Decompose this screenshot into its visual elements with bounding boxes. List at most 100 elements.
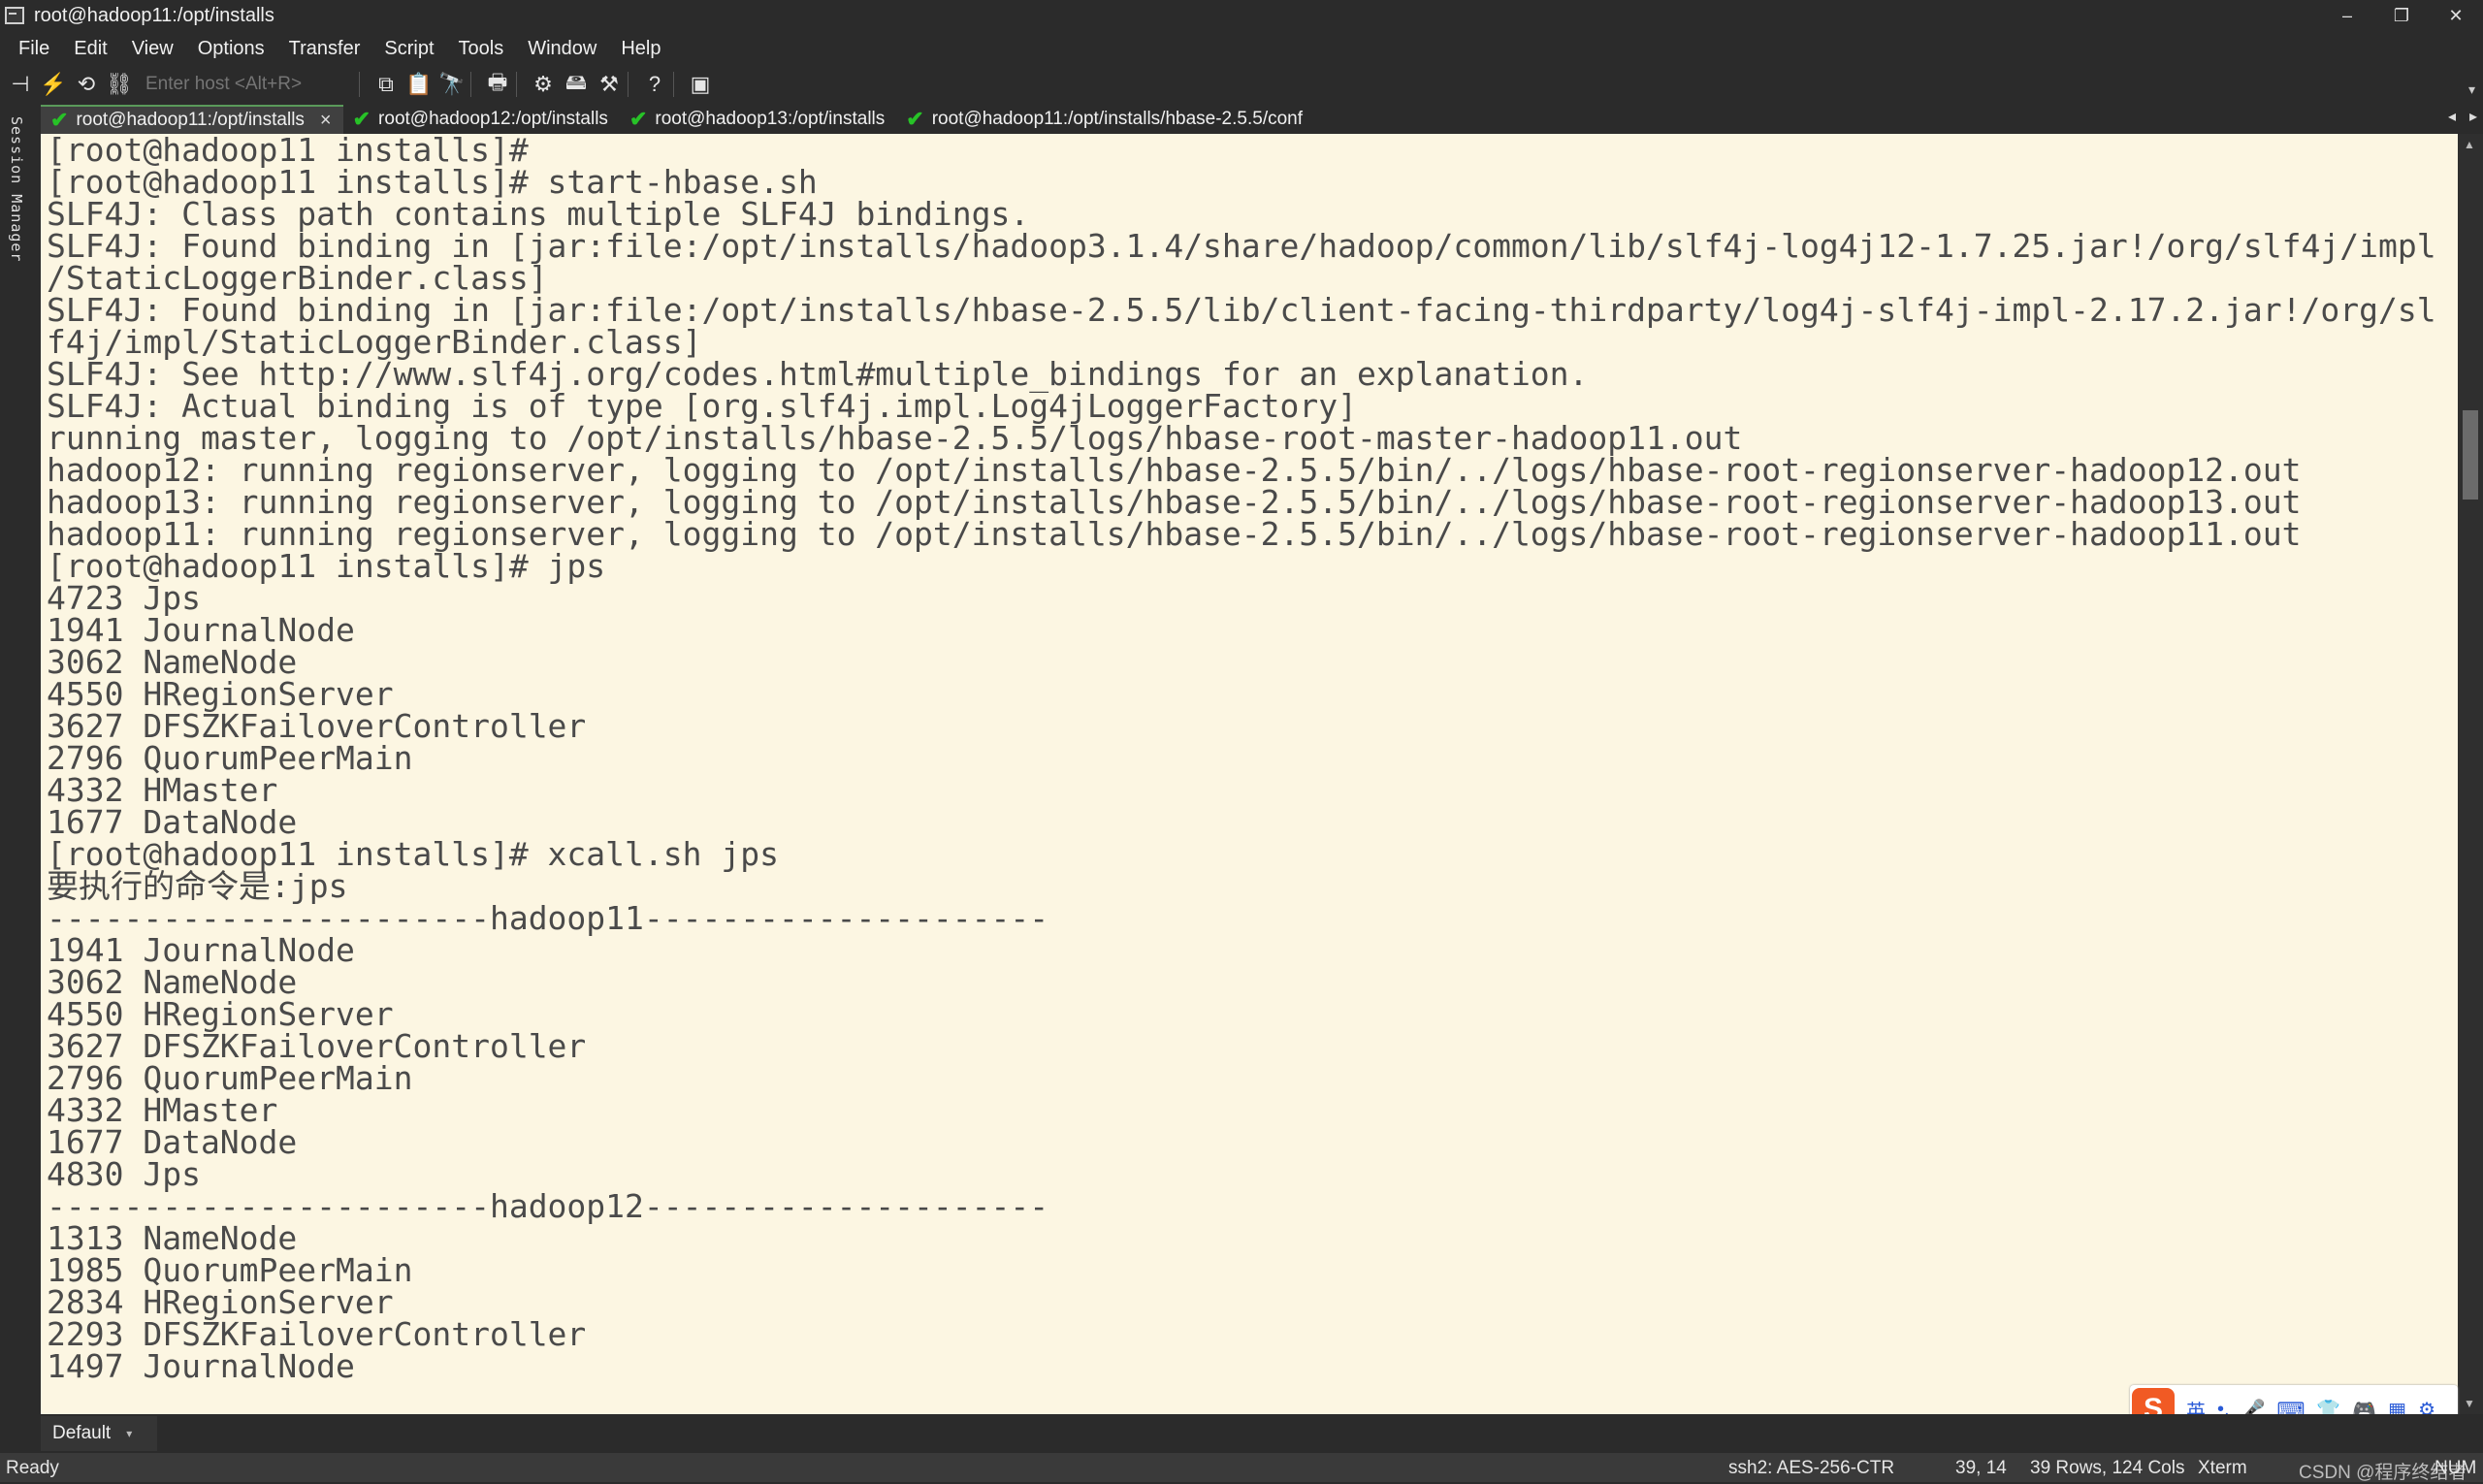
status-cursor-position: 39, 14 <box>1955 1458 2007 1478</box>
toolbar-divider <box>470 72 471 97</box>
terminal-line: 3627 DFSZKFailoverController <box>47 1027 587 1065</box>
paste-icon[interactable]: 📋 <box>405 72 432 97</box>
app-icon <box>5 7 24 24</box>
session-tab-bar: ✔ root@hadoop11:/opt/installs × ✔ root@h… <box>41 103 2483 134</box>
terminal-line: 1497 JournalNode <box>47 1347 355 1385</box>
tab-label: root@hadoop12:/opt/installs <box>378 109 608 129</box>
chevron-down-icon[interactable]: ▾ <box>126 1427 132 1440</box>
copy-icon[interactable]: ⧉ <box>373 72 399 97</box>
terminal-scrollbar[interactable]: ▲ ▼ <box>2458 134 2483 1414</box>
reconnect-icon[interactable]: ⟲ <box>74 72 99 97</box>
terminal-line: -----------------------hadoop11---------… <box>47 899 1049 937</box>
terminal-line: 2796 QuorumPeerMain <box>47 1059 413 1097</box>
tab-hadoop13-installs[interactable]: ✔ root@hadoop13:/opt/installs <box>620 105 896 134</box>
terminal-line: 1941 JournalNode <box>47 931 355 969</box>
session-manager-label[interactable]: Session Manager <box>8 116 25 262</box>
title-bar: root@hadoop11:/opt/installs – ❐ ✕ <box>0 0 2483 31</box>
terminal-line: 4550 HRegionServer <box>47 995 394 1033</box>
tab-hadoop12-installs[interactable]: ✔ root@hadoop12:/opt/installs <box>343 105 620 134</box>
menu-script[interactable]: Script <box>384 38 434 60</box>
session-manager-strip[interactable]: Session Manager <box>0 103 39 1414</box>
tab-next-icon[interactable]: ▸ <box>2469 107 2477 126</box>
session-default-tab[interactable]: Default ▾ <box>41 1416 157 1451</box>
terminal-line: [root@hadoop11 installs]# xcall.sh jps <box>47 835 779 873</box>
scroll-down-icon[interactable]: ▼ <box>2464 1397 2475 1410</box>
terminal-line: 4332 HMaster <box>47 1091 278 1129</box>
connected-check-icon: ✔ <box>906 107 924 131</box>
quick-connect-icon[interactable]: ⚡ <box>40 72 66 97</box>
host-input[interactable] <box>142 72 353 97</box>
terminal-line: 2834 HRegionServer <box>47 1283 394 1321</box>
tab-prev-icon[interactable]: ◂ <box>2448 107 2456 126</box>
terminal-output[interactable]: [root@hadoop11 installs]# [root@hadoop11 … <box>41 134 2458 1414</box>
terminal-line: [root@hadoop11 installs]# <box>47 134 529 169</box>
menu-transfer[interactable]: Transfer <box>289 38 361 60</box>
session-options-icon[interactable]: 🖴 <box>564 70 589 97</box>
keymap-icon[interactable]: ⚒ <box>597 72 622 97</box>
scroll-up-icon[interactable]: ▲ <box>2464 138 2475 151</box>
tab-label: root@hadoop11:/opt/installs/hbase-2.5.5/… <box>931 109 1304 129</box>
minimize-button[interactable]: – <box>2320 0 2374 31</box>
status-bar: Ready ssh2: AES-256-CTR 39, 14 39 Rows, … <box>0 1453 2483 1483</box>
terminal-line: 4830 Jps <box>47 1155 201 1193</box>
toolbar: ⊣ ⚡ ⟲ ⛓ ⧉ 📋 🔭 🖶 ⚙ 🖴 ⚒ ? ▣ ▾ <box>0 66 2483 103</box>
scroll-thumb[interactable] <box>2463 410 2478 500</box>
terminal-line: 1677 DataNode <box>47 1123 298 1161</box>
terminal-line: /StaticLoggerBinder.class] <box>47 259 548 297</box>
terminal-line: hadoop11: running regionserver, logging … <box>47 515 2302 553</box>
close-window-button[interactable]: ✕ <box>2429 0 2483 31</box>
menu-window[interactable]: Window <box>528 38 597 60</box>
terminal-line: 4332 HMaster <box>47 771 278 809</box>
toolbar-divider <box>628 72 629 97</box>
print-icon[interactable]: 🖶 <box>485 70 510 97</box>
menu-tools[interactable]: Tools <box>459 38 504 60</box>
menu-view[interactable]: View <box>132 38 174 60</box>
window-title: root@hadoop11:/opt/installs <box>34 4 274 26</box>
status-terminal-size: 39 Rows, 124 Cols <box>2030 1458 2185 1478</box>
help-icon[interactable]: ? <box>642 72 667 97</box>
terminal-line: -----------------------hadoop12---------… <box>47 1187 1049 1225</box>
menu-file[interactable]: File <box>18 38 49 60</box>
menu-help[interactable]: Help <box>621 38 661 60</box>
terminal-line: SLF4J: Class path contains multiple SLF4… <box>47 195 1030 233</box>
status-cipher: ssh2: AES-256-CTR <box>1728 1458 1895 1478</box>
terminal-line: 4723 Jps <box>47 579 201 617</box>
terminal-line: 1985 QuorumPeerMain <box>47 1251 413 1289</box>
terminal-line: 2796 QuorumPeerMain <box>47 739 413 777</box>
connected-check-icon: ✔ <box>352 107 371 131</box>
terminal-line: 1313 NameNode <box>47 1219 298 1257</box>
terminal-line: SLF4J: Found binding in [jar:file:/opt/i… <box>47 227 2436 265</box>
find-icon[interactable]: 🔭 <box>438 72 465 97</box>
terminal-line: hadoop12: running regionserver, logging … <box>47 451 2302 489</box>
toolbar-divider <box>359 72 360 97</box>
terminal-line: 3062 NameNode <box>47 643 298 681</box>
menu-edit[interactable]: Edit <box>74 38 107 60</box>
terminal-lines: [root@hadoop11 installs]# [root@hadoop11 … <box>47 134 2436 1382</box>
tab-hadoop11-installs[interactable]: ✔ root@hadoop11:/opt/installs × <box>41 105 343 134</box>
terminal-line: [root@hadoop11 installs]# jps <box>47 547 606 585</box>
toolbar-overflow-icon[interactable]: ▾ <box>2468 81 2475 98</box>
terminal-line: SLF4J: See http://www.slf4j.org/codes.ht… <box>47 355 1589 393</box>
terminal-line: 1677 DataNode <box>47 803 298 841</box>
tab-hadoop11-hbase-conf[interactable]: ✔ root@hadoop11:/opt/installs/hbase-2.5.… <box>896 105 1314 134</box>
terminal-line: 要执行的命令是:jps <box>47 867 348 905</box>
tab-label: root@hadoop13:/opt/installs <box>655 109 886 129</box>
terminal-line: hadoop13: running regionserver, logging … <box>47 483 2302 521</box>
tab-navigation: ◂ ▸ <box>2448 107 2477 126</box>
toolbar-divider <box>516 72 517 97</box>
terminal-line: SLF4J: Actual binding is of type [org.sl… <box>47 387 1358 425</box>
menu-bar: File Edit View Options Transfer Script T… <box>0 31 2483 66</box>
close-tab-icon[interactable]: × <box>320 110 332 132</box>
command-window-bar: Default ▾ <box>0 1414 2483 1453</box>
link-icon[interactable]: ⛓ <box>106 72 133 97</box>
menu-options[interactable]: Options <box>198 38 265 60</box>
connect-icon[interactable]: ⊣ <box>8 72 33 97</box>
toolbar-divider <box>673 72 674 97</box>
sftp-icon[interactable]: ▣ <box>688 72 713 97</box>
terminal-line: 3062 NameNode <box>47 963 298 1001</box>
terminal-line: 1941 JournalNode <box>47 611 355 649</box>
window-controls: – ❐ ✕ <box>2320 0 2483 31</box>
settings-icon[interactable]: ⚙ <box>531 72 556 97</box>
tab-label: root@hadoop11:/opt/installs <box>76 110 305 130</box>
restore-button[interactable]: ❐ <box>2374 0 2429 31</box>
